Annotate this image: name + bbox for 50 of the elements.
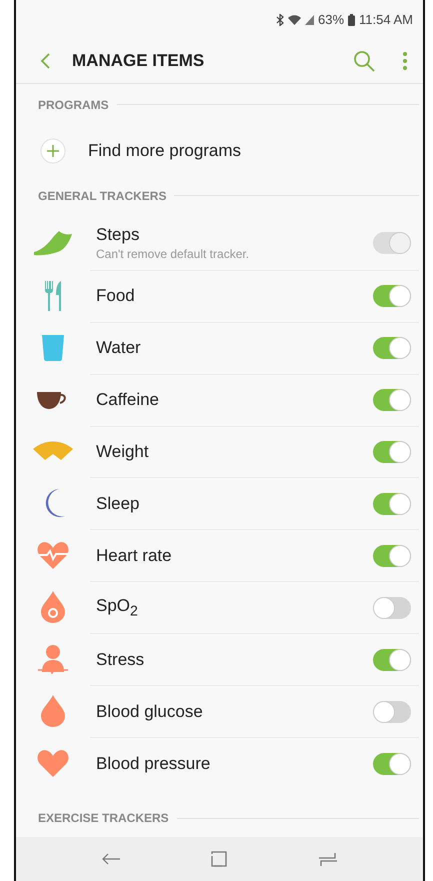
search-icon[interactable] (353, 50, 375, 72)
tracker-name: Caffeine (96, 390, 160, 410)
wifi-icon (288, 14, 301, 26)
shoe-icon (33, 230, 73, 256)
toggle-switch[interactable] (373, 544, 411, 567)
tracker-name: Food (96, 286, 136, 306)
back-nav-icon[interactable] (102, 853, 120, 866)
section-heading: GENERAL TRACKERS (38, 188, 166, 203)
more-options-icon[interactable] (403, 52, 407, 70)
tracker-name: Blood glucose (96, 702, 204, 722)
tracker-name: Heart rate (96, 546, 173, 566)
toggle-switch[interactable] (373, 648, 411, 671)
bluetooth-icon (276, 14, 284, 26)
tracker-name: Sleep (96, 494, 140, 514)
battery-percent: 63% (318, 12, 344, 28)
toggle-switch[interactable] (373, 440, 411, 463)
toggle-switch[interactable] (373, 700, 411, 723)
tracker-note: Can't remove default tracker. (96, 246, 250, 261)
section-heading: EXERCISE TRACKERS (38, 811, 169, 826)
section-heading: PROGRAMS (38, 98, 109, 112)
recents-nav-icon[interactable] (319, 852, 338, 866)
signal-icon (305, 14, 314, 25)
person-icon (38, 644, 68, 674)
home-nav-icon[interactable] (211, 851, 228, 868)
cup-icon (37, 390, 69, 410)
toggle-switch[interactable] (373, 285, 411, 308)
toggle-switch[interactable] (373, 389, 411, 412)
drop-icon (41, 591, 65, 624)
back-icon[interactable] (40, 53, 50, 70)
tracker-name: Weight (96, 442, 150, 462)
page-title: MANAGE ITEMS (72, 51, 206, 72)
glass-icon (42, 334, 64, 361)
tracker-name: Steps (96, 224, 140, 245)
scale-icon (33, 441, 73, 462)
tracker-name: Blood pressure (96, 754, 212, 774)
drop-icon (41, 695, 65, 728)
tracker-name: SpO$_{2}$ (96, 596, 139, 620)
toggle-switch[interactable] (373, 752, 411, 775)
toggle-switch[interactable] (373, 596, 411, 619)
fork-knife-icon (44, 280, 62, 311)
battery-icon (348, 14, 356, 26)
heart-pulse-icon (37, 541, 69, 570)
add-icon (40, 138, 66, 164)
toggle-switch[interactable] (373, 337, 411, 360)
toggle-switch[interactable] (373, 492, 411, 515)
find-programs-item[interactable]: Find more programs (16, 126, 423, 176)
heart-icon (37, 749, 69, 778)
tracker-name: Stress (96, 650, 146, 670)
tracker-name: Water (96, 338, 142, 358)
status-time: 11:54 AM (359, 12, 413, 28)
